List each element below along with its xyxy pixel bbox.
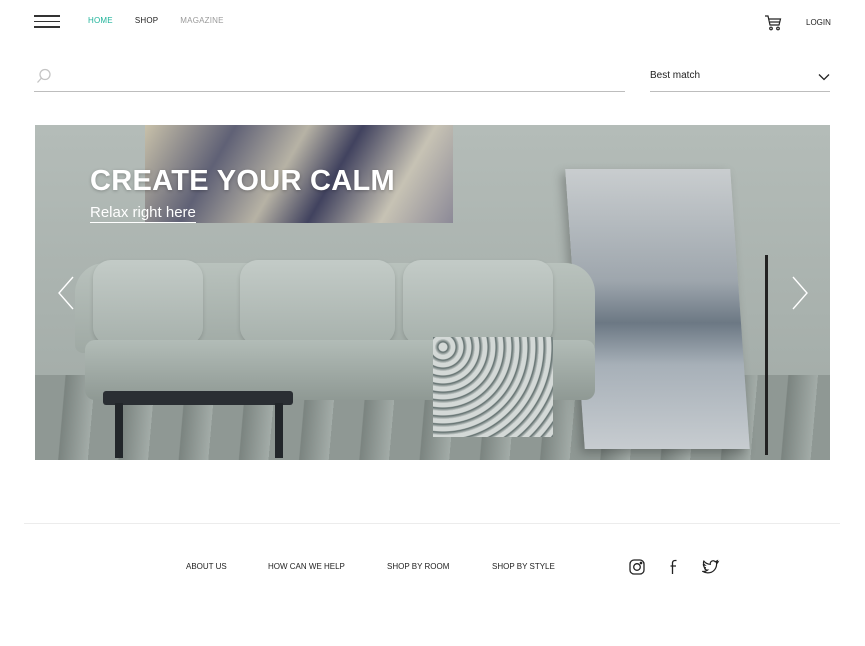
login-link[interactable]: LOGIN <box>806 18 831 27</box>
hero-image-table-leg <box>275 403 283 458</box>
hero-banner: CREATE YOUR CALM Relax right here <box>35 125 830 460</box>
twitter-icon[interactable] <box>700 558 720 576</box>
menu-line <box>34 20 60 22</box>
nav-home-link[interactable]: HOME <box>88 16 113 25</box>
sort-selected-value: Best match <box>650 70 701 81</box>
chevron-left-icon[interactable] <box>55 275 79 311</box>
chevron-down-icon <box>818 70 830 82</box>
footer-divider <box>24 523 840 524</box>
footer-shop-by-room-link[interactable]: SHOP BY ROOM <box>387 562 449 571</box>
footer-help-link[interactable]: HOW CAN WE HELP <box>268 562 345 571</box>
nav-shop-link[interactable]: SHOP <box>135 16 158 25</box>
shopping-cart-icon[interactable] <box>764 14 782 32</box>
hamburger-menu-icon[interactable] <box>34 14 60 30</box>
footer-about-link[interactable]: ABOUT US <box>186 562 227 571</box>
hero-image-cushion <box>240 260 395 345</box>
search-bar <box>34 64 625 92</box>
footer-shop-by-style-link[interactable]: SHOP BY STYLE <box>492 562 555 571</box>
instagram-icon[interactable] <box>628 558 646 576</box>
search-icon[interactable] <box>36 68 52 84</box>
hero-headline: CREATE YOUR CALM <box>90 165 396 197</box>
nav-magazine-link[interactable]: MAGAZINE <box>180 16 223 25</box>
facebook-icon[interactable] <box>665 558 683 576</box>
menu-line <box>34 26 60 28</box>
menu-line <box>34 15 60 17</box>
hero-subline-link[interactable]: Relax right here <box>90 204 196 223</box>
main-nav: HOME SHOP MAGAZINE <box>88 16 246 25</box>
search-input[interactable] <box>60 68 615 88</box>
hero-image-table-leg <box>115 403 123 458</box>
hero-image-throw <box>433 337 553 437</box>
hero-image-table <box>103 391 293 405</box>
hero-image-cushion <box>403 260 553 345</box>
sort-dropdown[interactable]: Best match <box>650 64 830 92</box>
chevron-right-icon[interactable] <box>787 275 811 311</box>
hero-image-cushion <box>93 260 203 345</box>
